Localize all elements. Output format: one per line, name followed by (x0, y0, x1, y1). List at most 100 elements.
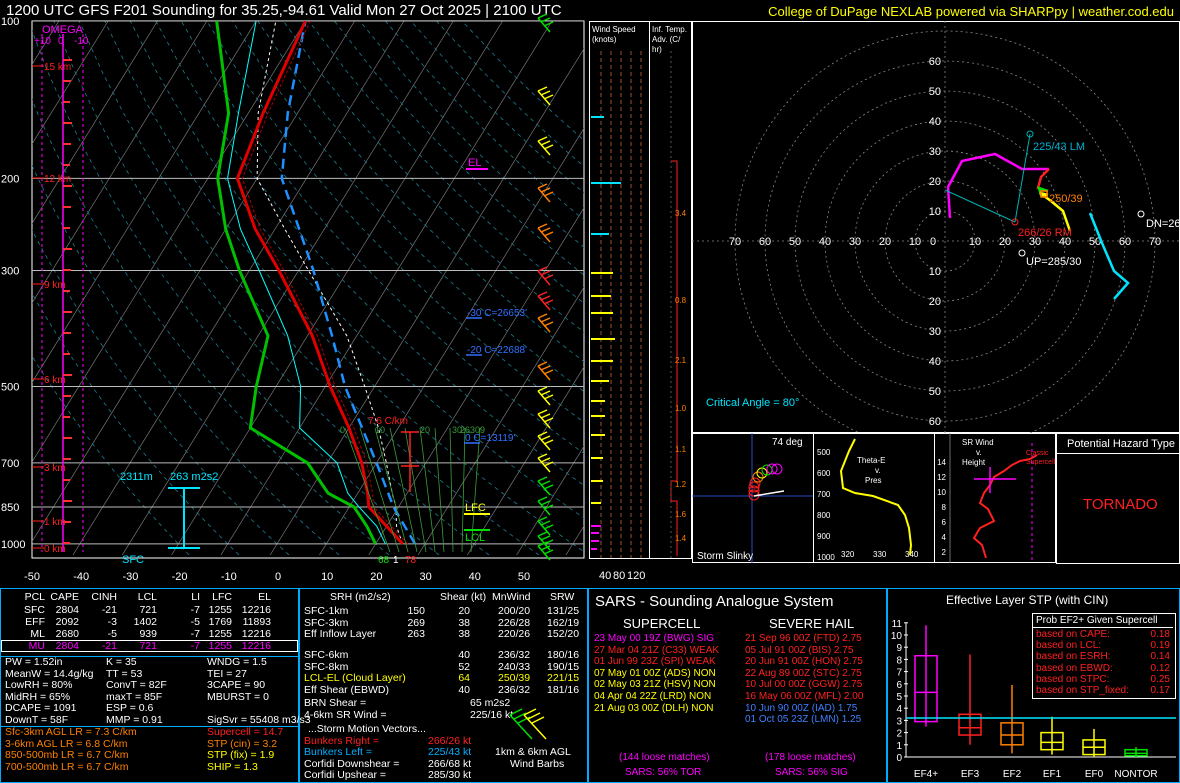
dry-adiabat (436, 21, 584, 167)
wind-barb-flag (540, 227, 551, 233)
sars-supercell-list: 23 May 00 19Z (BWG) SIG 27 Mar 04 21Z (C3… (594, 633, 734, 733)
isotherm-line (565, 525, 584, 555)
stp-prob-label: based on STPC: (1036, 673, 1110, 685)
temp-adv-value: 1.2 (675, 480, 687, 489)
temp-adv-value: 1.1 (675, 445, 687, 454)
lm-label: 225/43 LM (1033, 141, 1085, 153)
stp-y-tick: 10 (891, 631, 903, 642)
hodo-x-tick: 30 (849, 236, 861, 248)
bunkers-line-lm (1014, 133, 1031, 223)
temp-adv-value: 3.4 (675, 209, 687, 218)
stp-y-tick: 8 (896, 655, 902, 666)
hodo-trace-12km-plus (1088, 212, 1130, 300)
thermo-left: DownT = 58F (5, 713, 69, 726)
thermo-mid: MMP = 0.91 (106, 713, 163, 726)
hodo-x-tick: 0 (930, 236, 936, 248)
parcel-row: -3 (107, 616, 117, 628)
theta-x-tick: 330 (873, 550, 887, 559)
wind-barb (537, 431, 554, 451)
lapse-rate-row: 700-500mb LR = 6.7 C/km (5, 760, 129, 773)
hodograph-chart: 10102020303040405050606070 60 50 40 30 20 10 0 1… (692, 21, 1180, 433)
theta-x-tick: 320 (841, 550, 855, 559)
hodo-ring-label: 10 (929, 206, 941, 218)
stp-category-label: EF3 (961, 769, 980, 780)
corfidi-up-label: Corfidi Upshear = (304, 769, 386, 781)
thermo-mid: ESP = 0.6 (106, 702, 154, 714)
hodo-x-tick: 10 (969, 236, 981, 248)
skewt-chart: 1002003005007008501000-50 -40 -30 -20 -10 0 10… (1, 13, 585, 583)
srwind-y-tick: 4 (942, 533, 947, 542)
hodo-ring-label: 60 (929, 56, 941, 68)
stp-prob-label: based on CAPE: (1036, 629, 1110, 640)
parcel-row: 11893 (242, 616, 271, 628)
kin-shear: 64 (458, 672, 470, 684)
sfc-mid: 1 (393, 555, 399, 566)
slinky-ring (752, 471, 764, 483)
wind-barbs-1km-6km (509, 708, 547, 740)
wind-barb-flag (543, 369, 554, 375)
slinky-title: Storm Slinky (697, 551, 753, 562)
wind-barb-flag (540, 90, 551, 96)
dry-adiabat (283, 21, 584, 333)
slinky-frame (692, 433, 814, 563)
wind-barb-flag (540, 317, 551, 323)
wind-barb-flag (540, 480, 551, 486)
isotherm-line (516, 445, 584, 555)
stp-prob-value: 0.18 (1150, 629, 1170, 640)
hodo-ring-label: 50 (929, 86, 941, 98)
wind-barb-flag (543, 274, 554, 280)
wind-barb-flag (543, 484, 554, 490)
height-label: 12 km (44, 174, 71, 185)
wind-barb-flag (543, 144, 554, 150)
stp-y-tick: 6 (896, 680, 902, 691)
wind-speed-tick: 40 (599, 570, 611, 582)
stp-y-tick: 7 (896, 668, 902, 679)
kin-mnwind: 200/20 (498, 605, 531, 617)
wind-barb-flag (540, 535, 551, 541)
brn-label: BRN Shear = (304, 697, 367, 709)
wind-barb-flag (537, 409, 548, 415)
theta-y-tick: 600 (817, 469, 831, 478)
dry-adiabat (308, 21, 584, 304)
inflow-vector (419, 427, 436, 553)
sars-hail-match: 01 Oct 05 23Z (LMN) 1.25 (745, 714, 862, 726)
srwind-y-tick: 2 (942, 548, 947, 557)
skewt-grid (32, 21, 584, 555)
stp-prob-title: Prob EF2+ Given Supercell (1036, 615, 1158, 626)
sfc-dewpoint: 68 (378, 555, 390, 566)
wind-barb-flag (543, 299, 554, 305)
sr-wind-panel: SR Windv.Height Classic Supercell 14 12 10 8 6 4… (934, 433, 1056, 563)
wind-barb (537, 291, 554, 311)
stp-category-label: NONTOR (1114, 769, 1157, 780)
hodo-x-tick: 20 (879, 236, 891, 248)
sars-hail-match: 20 Jun 91 00Z (HON) 2.75 (745, 656, 863, 668)
temp-tick-label: -50 (24, 571, 40, 583)
thermo-right: SigSvr = 55408 m3/s3 (207, 713, 311, 726)
temp-tick-label: 10 (321, 571, 333, 583)
parcel-header: CINH (91, 591, 117, 603)
sfc-label: SFC (122, 554, 144, 566)
composite-row: STP (fix) = 1.9 (207, 749, 275, 761)
sars-hail-prob: SARS: 56% SIG (775, 767, 848, 778)
dry-adiabat (206, 21, 584, 423)
kin-header: SRH (m2/s2) (330, 591, 391, 603)
temp-adv-value: 0.8 (675, 296, 687, 305)
isotherm-line (417, 286, 584, 555)
hodo-x-tick: 70 (1149, 236, 1161, 248)
theta-title: Pres (865, 476, 881, 485)
kin-srw: 181/16 (547, 683, 580, 696)
stp-prob-value: 0.19 (1150, 640, 1170, 652)
kin-barb-staff (523, 714, 547, 740)
temp-tick-label: 0 (275, 571, 281, 583)
wind-barb-flag (543, 417, 554, 423)
kin-header: MnWind (492, 591, 531, 603)
wind-speed-panel: Wind Speed(knots) Inf. Temp.Adv. (C/hr) 40… (589, 21, 692, 582)
dry-adiabat (32, 355, 190, 555)
hodo-x-tick: 20 (999, 236, 1011, 248)
srwind-y-tick: 14 (937, 458, 946, 467)
wind-barb-flag (537, 496, 548, 502)
storm-vector-title: ...Storm Motion Vectors... (308, 723, 426, 735)
inflow-vector (434, 427, 445, 553)
hodo-x-tick: 40 (819, 236, 831, 248)
bunkers-left-label: Bunkers Left = (304, 746, 372, 758)
